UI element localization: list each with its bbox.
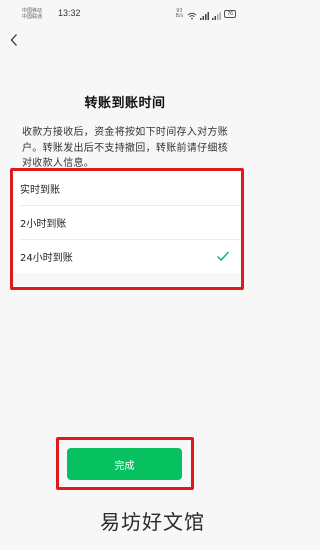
watermark: 易坊好文馆 bbox=[100, 510, 205, 534]
carrier-info: 中国移动 中国联通 bbox=[22, 8, 62, 20]
option-label: 24小时到账 bbox=[20, 252, 73, 264]
page-title: 转账到账时间 bbox=[84, 96, 166, 111]
arrival-time-options: 实时到账 2小时到账 24小时到账 bbox=[12, 171, 240, 273]
network-speed: 93 B/s bbox=[174, 9, 184, 19]
status-indicators: 93 B/s 76 bbox=[174, 7, 236, 21]
network-speed-unit: B/s bbox=[175, 13, 184, 19]
option-2-hours[interactable]: 2小时到账 bbox=[12, 205, 240, 239]
option-label: 2小时到账 bbox=[20, 218, 67, 230]
status-time: 13:32 bbox=[58, 8, 81, 18]
battery-indicator: 76 bbox=[224, 10, 236, 18]
option-24-hours[interactable]: 24小时到账 bbox=[12, 239, 240, 273]
wifi-icon bbox=[187, 5, 197, 24]
option-realtime[interactable]: 实时到账 bbox=[12, 171, 240, 205]
chevron-left-icon bbox=[10, 34, 17, 46]
back-button[interactable] bbox=[6, 31, 22, 49]
done-button[interactable]: 完成 bbox=[67, 448, 182, 480]
option-label: 实时到账 bbox=[20, 184, 60, 196]
carrier-2: 中国联通 bbox=[22, 14, 43, 20]
page-description: 收款方接收后，资金将按如下时间存入对方账户。转账发出后不支持撤回，转账前请仔细核… bbox=[22, 127, 228, 169]
status-bar: 中国移动 中国联通 13:32 93 B/s 76 bbox=[0, 0, 250, 28]
signal-icon-2 bbox=[212, 5, 222, 24]
checkmark-icon bbox=[216, 251, 230, 262]
signal-icon bbox=[200, 5, 210, 24]
